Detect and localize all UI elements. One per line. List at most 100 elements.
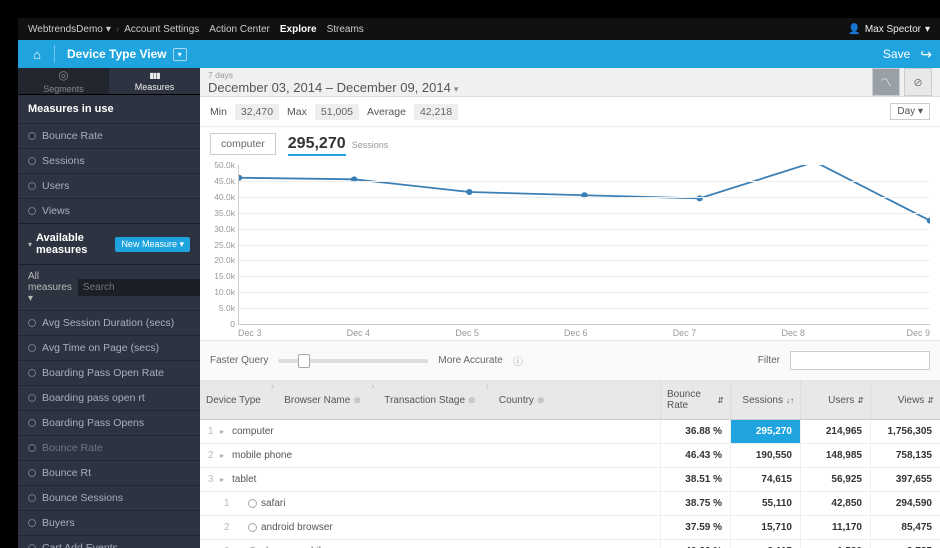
user-menu[interactable]: 👤 Max Spector ▾ [848,24,930,35]
y-tick: 30.0k [209,224,235,234]
avg-value: 42,218 [414,104,458,120]
chevron-down-icon: ▾ [28,240,32,249]
measure-available[interactable]: Boarding Pass Open Rate [18,360,200,385]
table-row[interactable]: 3▾chrome mobile40.66 %2,1151,5209,785 [200,540,940,548]
avg-label: Average [367,106,406,118]
measure-available[interactable]: Boarding pass open rt [18,385,200,410]
column-header[interactable]: Browser Name⊗ [278,381,367,419]
nav-action-center[interactable]: Action Center [209,24,270,35]
measure-available[interactable]: Cart Add Events [18,535,200,548]
measure-dot-icon [28,344,36,352]
tab-segments[interactable]: ◎ Segments [18,68,109,95]
measure-in-use[interactable]: Views [18,198,200,223]
measure-available[interactable]: Avg Session Duration (secs) [18,310,200,335]
view-dropdown[interactable]: ▾ [173,48,187,61]
table-row[interactable]: 2android browser37.59 %15,71011,17085,47… [200,516,940,540]
nav-account-settings[interactable]: Account Settings [124,24,199,35]
y-tick: 5.0k [209,303,235,313]
sort-icon: ⇵ [927,396,934,405]
selected-dimension[interactable]: computer [210,133,276,155]
share-icon[interactable]: ↪ [920,46,932,63]
measures-icon: ▮▮▮ [149,71,159,80]
min-value: 32,470 [235,104,279,120]
page-title: Device Type View [67,47,167,61]
home-icon[interactable]: ⌂ [26,47,48,62]
chevron-down-icon[interactable]: ▾ [454,84,459,94]
x-tick: Dec 4 [347,325,456,338]
measure-dot-icon [28,182,36,190]
close-icon[interactable]: ⊗ [468,395,476,406]
table-row[interactable]: 1▸computer36.88 %295,270214,9651,756,305 [200,420,940,444]
column-header[interactable]: Sessions↓↑ [730,381,800,419]
measure-available[interactable]: Buyers [18,510,200,535]
x-tick: Dec 8 [781,325,890,338]
measure-in-use[interactable]: Sessions [18,148,200,173]
measure-dot-icon [28,519,36,527]
user-name: Max Spector [865,24,921,35]
brand[interactable]: WebtrendsDemo [28,24,103,35]
available-measures-header: Available measures [36,232,115,256]
y-tick: 0 [209,319,235,329]
x-tick: Dec 7 [673,325,782,338]
segments-icon: ◎ [58,68,68,82]
granularity-select[interactable]: Day ▾ [890,103,930,120]
selected-value: 295,270 [288,135,346,156]
chevron-down-icon[interactable]: ▾ [106,24,111,35]
sort-icon: ⇵ [717,396,724,405]
disable-toggle[interactable]: ⊘ [904,68,932,96]
y-tick: 10.0k [209,287,235,297]
nav-explore[interactable]: Explore [280,24,317,35]
chevron-down-icon: ▾ [925,24,930,35]
expand-icon[interactable]: ▸ [220,451,228,460]
new-measure-button[interactable]: New Measure ▾ [115,237,190,252]
table-row[interactable]: 2▸mobile phone46.43 %190,550148,985758,1… [200,444,940,468]
close-icon[interactable]: ⊗ [537,395,545,406]
selected-metric: Sessions [352,140,389,150]
save-button[interactable]: Save [883,47,910,61]
x-tick: Dec 5 [455,325,564,338]
measure-available[interactable]: Avg Time on Page (secs) [18,335,200,360]
measure-available[interactable]: Bounce Rate [18,435,200,460]
y-tick: 20.0k [209,255,235,265]
measure-available[interactable]: Bounce Rt [18,460,200,485]
circle-icon [248,499,257,508]
x-tick: Dec 9 [890,325,930,338]
measure-dot-icon [28,369,36,377]
y-tick: 40.0k [209,192,235,202]
measure-dot-icon [28,132,36,140]
expand-icon[interactable]: ▸ [220,475,228,484]
accuracy-slider[interactable] [278,359,428,363]
tab-measures[interactable]: ▮▮▮ Measures [109,68,200,95]
column-header[interactable]: Users⇵ [800,381,870,419]
column-header[interactable]: Bounce Rate⇵ [660,381,730,419]
x-tick: Dec 3 [238,325,347,338]
max-value: 51,005 [315,104,359,120]
measure-available[interactable]: Bounce Sessions [18,485,200,510]
column-header[interactable]: Transaction Stage⊗ [378,381,481,419]
measure-dot-icon [28,419,36,427]
info-icon[interactable]: ⓘ [513,353,523,368]
table-row[interactable]: 1safari38.75 %55,11042,850294,590 [200,492,940,516]
sort-icon: ⇵ [857,396,864,405]
measure-in-use[interactable]: Bounce Rate [18,123,200,148]
measure-available[interactable]: Boarding Pass Opens [18,410,200,435]
column-header[interactable]: Country⊗ [493,381,551,419]
expand-icon[interactable]: ▸ [220,427,228,436]
search-input[interactable] [78,279,200,296]
close-icon[interactable]: ⊗ [353,395,361,406]
nav-streams[interactable]: Streams [327,24,364,35]
measure-in-use[interactable]: Users [18,173,200,198]
measure-dot-icon [28,494,36,502]
measure-dot-icon [28,469,36,477]
y-tick: 45.0k [209,176,235,186]
measure-dot-icon [28,157,36,165]
y-tick: 35.0k [209,208,235,218]
table-row[interactable]: 3▸tablet38.51 %74,61556,925397,655 [200,468,940,492]
column-header[interactable]: Device Type [200,381,267,419]
column-header[interactable]: Views⇵ [870,381,940,419]
filter-input[interactable] [790,351,930,370]
measure-filter[interactable]: All measures ▾ [28,271,72,304]
chart-view-toggle[interactable]: 〽 [872,68,900,96]
sort-desc-icon: ↓↑ [786,396,794,405]
date-range[interactable]: December 03, 2014 – December 09, 2014 [208,80,451,95]
